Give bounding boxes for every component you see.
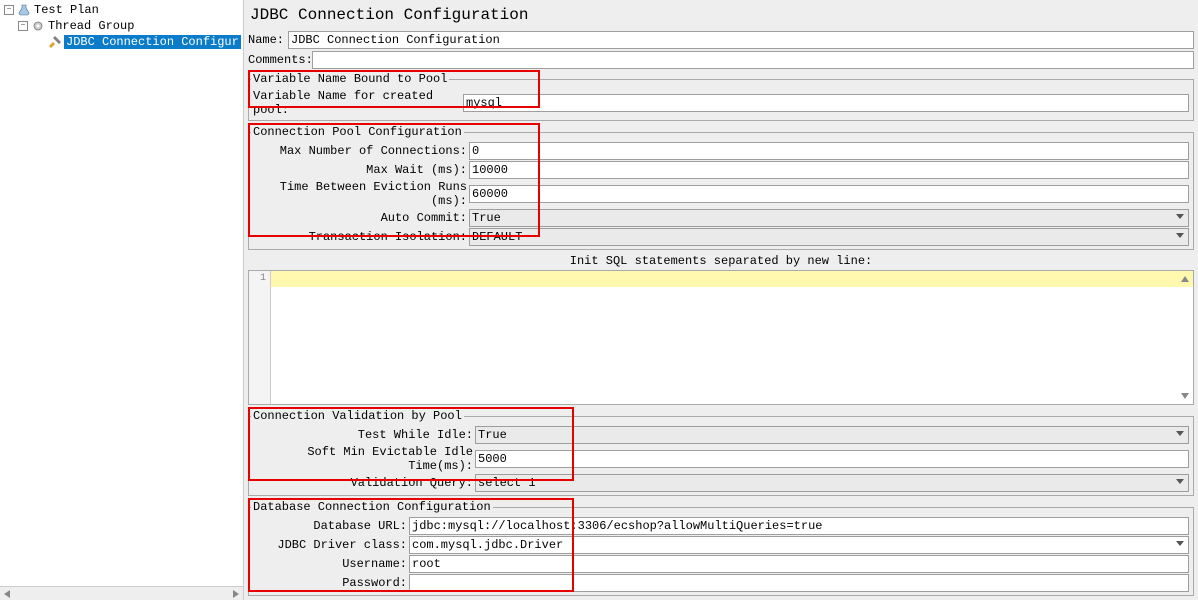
val-query-value: select 1	[478, 476, 536, 490]
variable-pool-legend: Variable Name Bound to Pool	[251, 72, 449, 86]
comments-row: Comments:	[248, 51, 1194, 69]
conn-pool-legend: Connection Pool Configuration	[251, 125, 464, 139]
db-url-input[interactable]	[409, 517, 1189, 535]
tree-label-selected: JDBC Connection Configur	[64, 35, 241, 49]
comments-label: Comments:	[248, 53, 312, 67]
variable-pool-fieldset: Variable Name Bound to Pool Variable Nam…	[248, 72, 1194, 121]
tree-item-jdbc-config[interactable]: JDBC Connection Configur	[0, 34, 243, 50]
max-wait-label: Max Wait (ms):	[253, 163, 469, 177]
db-driver-label: JDBC Driver class:	[253, 538, 409, 552]
tree-item-thread-group[interactable]: − Thread Group	[0, 18, 243, 34]
val-query-label: Validation Query:	[253, 476, 475, 490]
max-conn-input[interactable]	[469, 142, 1189, 160]
var-name-label: Variable Name for created pool:	[253, 89, 463, 117]
db-fieldset: Database Connection Configuration Databa…	[248, 500, 1194, 596]
name-label: Name:	[248, 33, 288, 47]
var-name-input[interactable]	[463, 94, 1189, 112]
collapse-icon[interactable]: −	[4, 5, 14, 15]
init-sql-editor[interactable]: 1	[248, 270, 1194, 405]
tree-item-test-plan[interactable]: − Test Plan	[0, 2, 243, 18]
auto-commit-value: True	[472, 211, 501, 225]
chevron-down-icon	[1176, 541, 1184, 546]
validation-legend: Connection Validation by Pool	[251, 409, 464, 423]
scroll-up-icon[interactable]	[1179, 273, 1191, 285]
soft-min-label: Soft Min Evictable Idle Time(ms):	[253, 445, 475, 473]
test-idle-select[interactable]: True	[475, 426, 1189, 444]
main-panel: JDBC Connection Configuration Name: Comm…	[244, 0, 1198, 600]
scroll-right-icon[interactable]	[233, 590, 239, 598]
scroll-left-icon[interactable]	[4, 590, 10, 598]
chevron-down-icon	[1176, 431, 1184, 436]
db-driver-value: com.mysql.jdbc.Driver	[412, 538, 563, 552]
tx-iso-select[interactable]: DEFAULT	[469, 228, 1189, 246]
db-legend: Database Connection Configuration	[251, 500, 493, 514]
max-conn-label: Max Number of Connections:	[253, 144, 469, 158]
db-pass-input[interactable]	[409, 574, 1189, 592]
val-query-select[interactable]: select 1	[475, 474, 1189, 492]
name-row: Name:	[248, 31, 1194, 49]
db-pass-label: Password:	[253, 576, 409, 590]
db-user-input[interactable]	[409, 555, 1189, 573]
tree-label: Thread Group	[48, 19, 134, 33]
page-title: JDBC Connection Configuration	[246, 2, 1196, 30]
validation-fieldset: Connection Validation by Pool Test While…	[248, 409, 1194, 496]
tool-icon	[46, 35, 62, 49]
eviction-input[interactable]	[469, 185, 1189, 203]
db-driver-select[interactable]: com.mysql.jdbc.Driver	[409, 536, 1189, 554]
tree-label: Test Plan	[34, 3, 99, 17]
soft-min-input[interactable]	[475, 450, 1189, 468]
max-wait-input[interactable]	[469, 161, 1189, 179]
init-sql-label: Init SQL statements separated by new lin…	[246, 252, 1196, 270]
comments-input[interactable]	[312, 51, 1194, 69]
test-idle-value: True	[478, 428, 507, 442]
editor-gutter: 1	[249, 271, 271, 404]
eviction-label: Time Between Eviction Runs (ms):	[253, 180, 469, 208]
db-url-label: Database URL:	[253, 519, 409, 533]
flask-icon	[16, 3, 32, 17]
line-number: 1	[249, 273, 266, 284]
conn-pool-fieldset: Connection Pool Configuration Max Number…	[248, 125, 1194, 250]
auto-commit-label: Auto Commit:	[253, 211, 469, 225]
auto-commit-select[interactable]: True	[469, 209, 1189, 227]
chevron-down-icon	[1176, 479, 1184, 484]
tx-iso-value: DEFAULT	[472, 230, 522, 244]
tx-iso-label: Transaction Isolation:	[253, 230, 469, 244]
db-user-label: Username:	[253, 557, 409, 571]
chevron-down-icon	[1176, 214, 1184, 219]
tree-panel: − Test Plan − Thread Group JDBC Connecti…	[0, 0, 244, 600]
name-input[interactable]	[288, 31, 1194, 49]
tree-scrollbar[interactable]	[0, 586, 243, 600]
gear-icon	[30, 19, 46, 33]
test-idle-label: Test While Idle:	[253, 428, 475, 442]
collapse-icon[interactable]: −	[18, 21, 28, 31]
chevron-down-icon	[1176, 233, 1184, 238]
scroll-down-icon[interactable]	[1179, 390, 1191, 402]
editor-textarea[interactable]	[271, 271, 1193, 404]
